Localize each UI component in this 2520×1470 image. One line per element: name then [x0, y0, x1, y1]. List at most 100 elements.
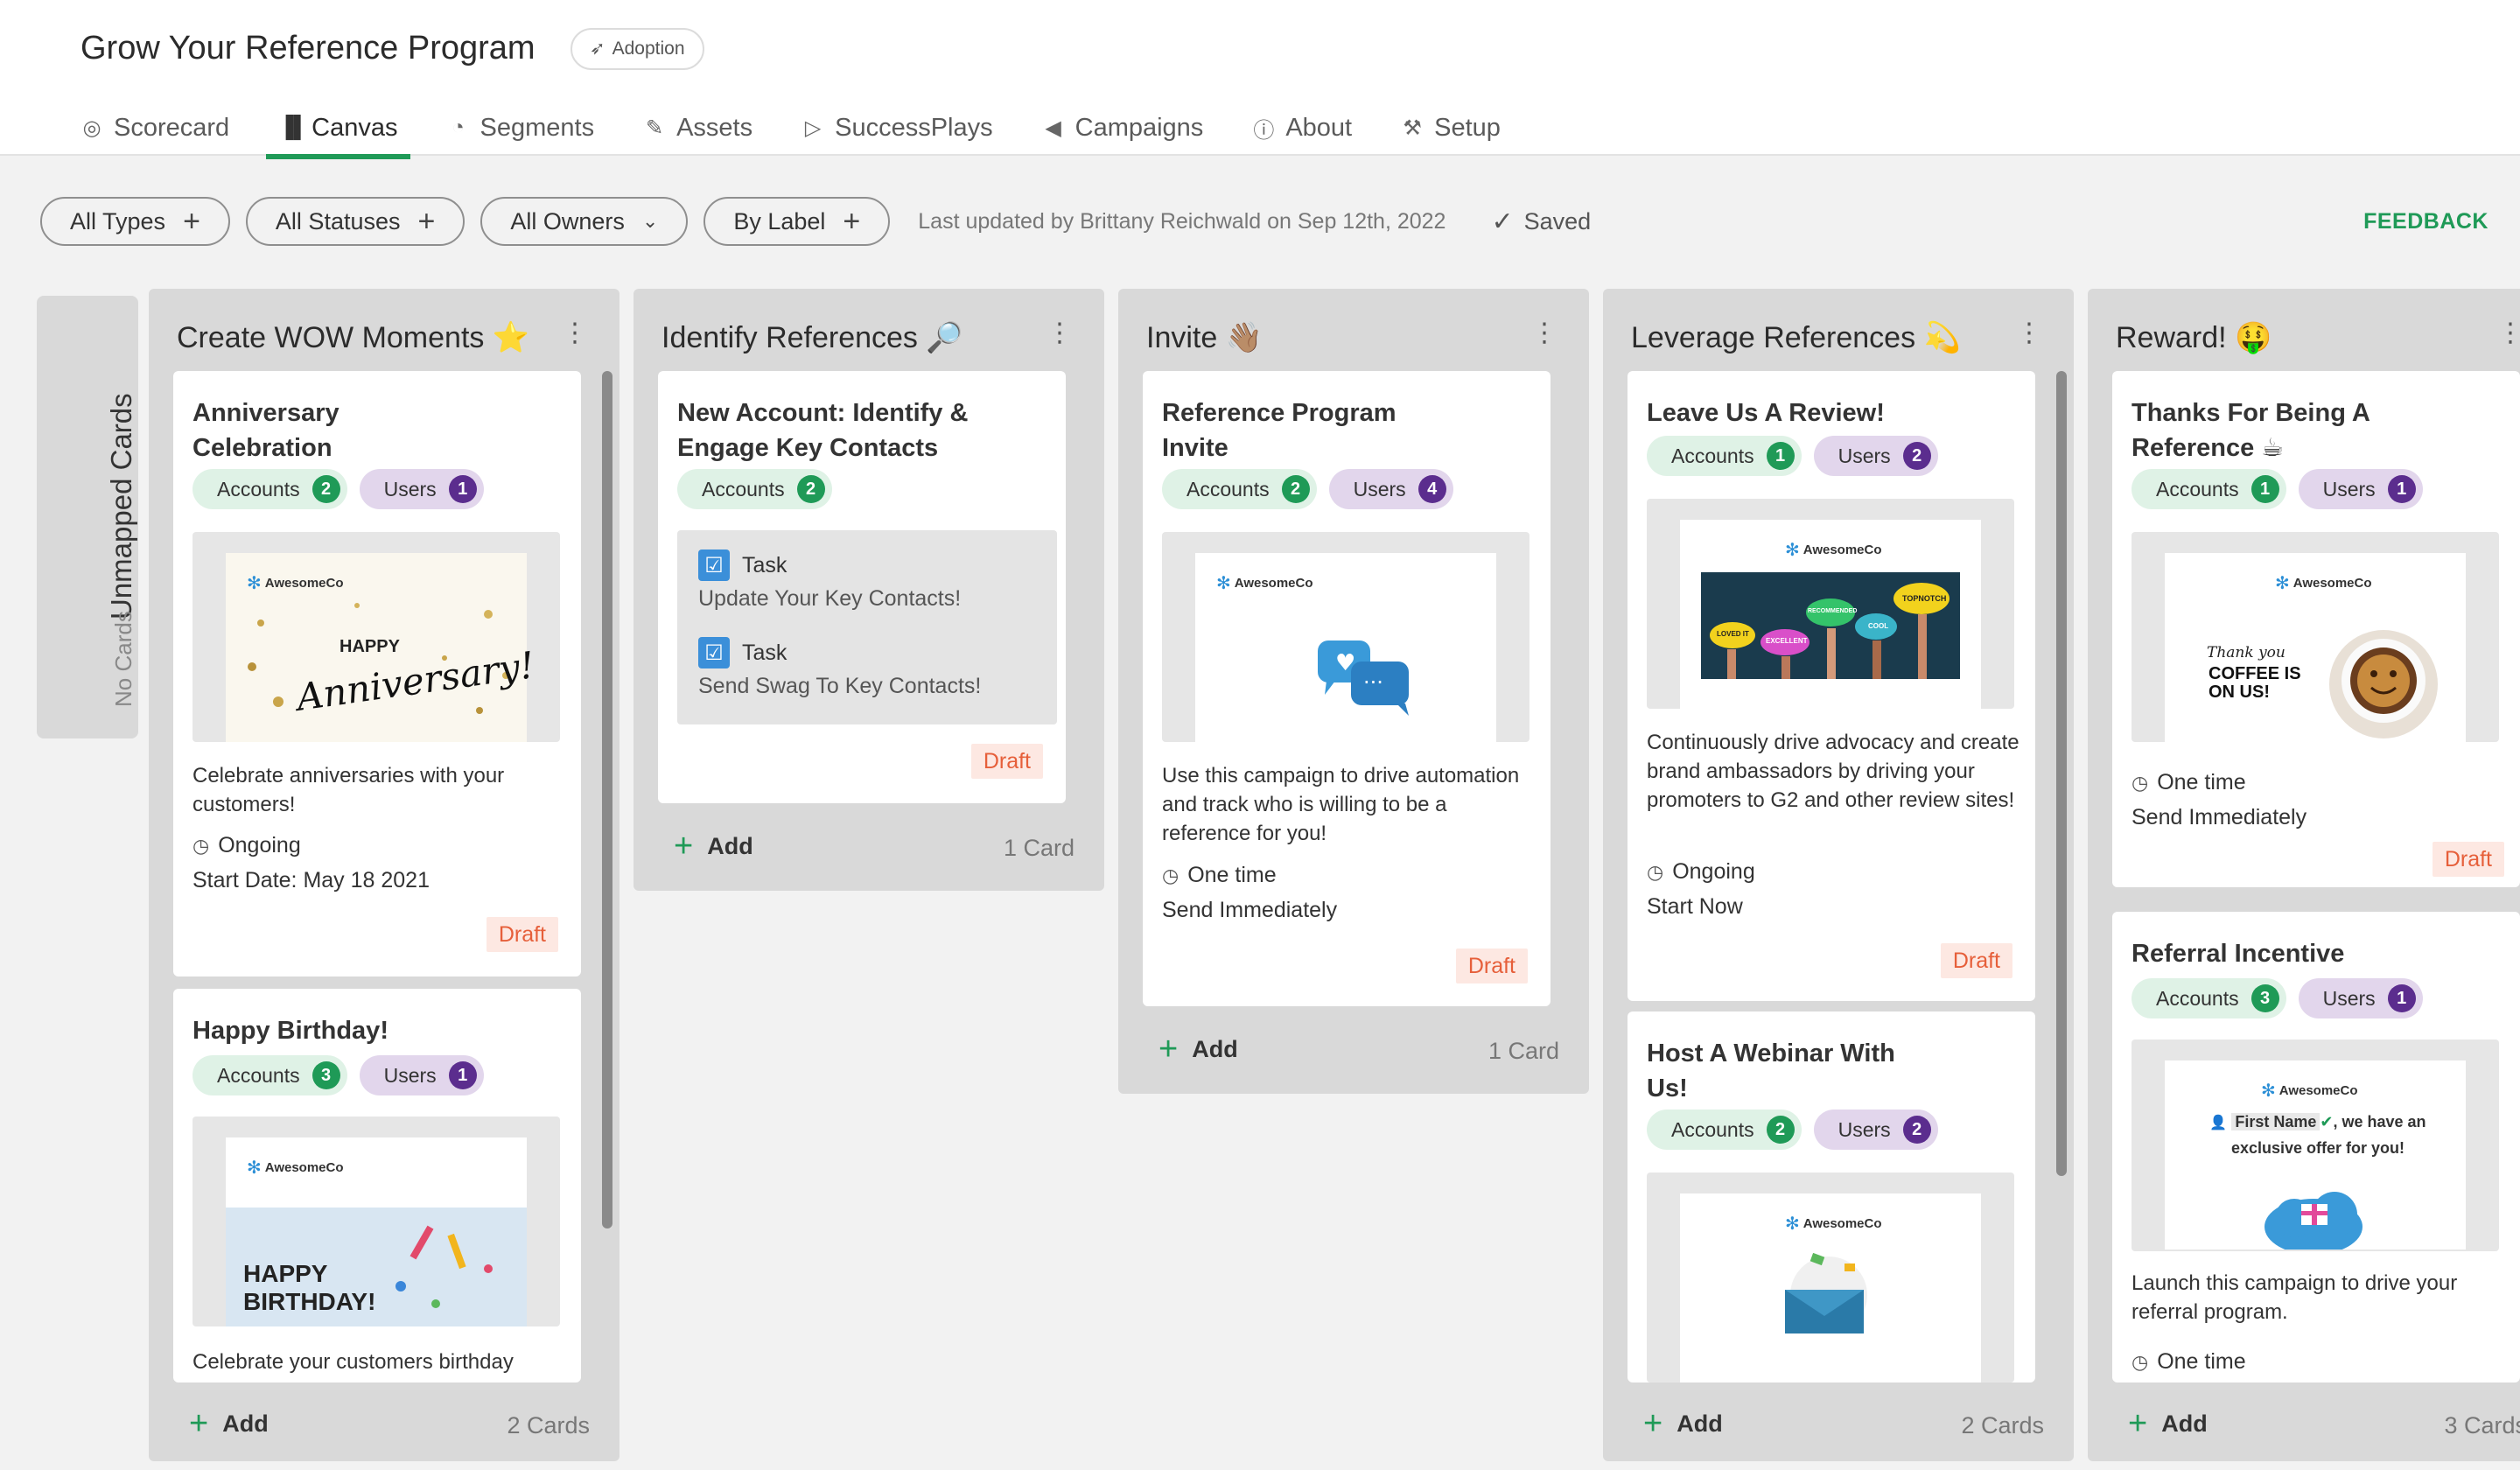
tab-setup[interactable]: ⚒ Setup — [1401, 102, 1501, 154]
add-card-button[interactable]: + Add — [1643, 1407, 1723, 1440]
card-leave-review[interactable]: Leave Us A Review! Accounts 1 Users 2 ✻ Awe… — [1628, 371, 2035, 1001]
unmapped-cards-panel[interactable]: Unmapped Cards No Cards — [37, 296, 138, 738]
checkbox-icon[interactable]: ☑ — [698, 550, 730, 581]
status-badge: Draft — [2432, 842, 2504, 877]
filter-label: All Statuses — [275, 207, 401, 234]
plus-icon: + — [1643, 1405, 1663, 1442]
tab-about[interactable]: ⓘ About — [1252, 102, 1352, 154]
users-chip[interactable]: Users 2 — [1813, 436, 1938, 476]
card-chips: Accounts 1 Users 2 — [1647, 436, 1938, 476]
card-referral-incentive[interactable]: Referral Incentive Accounts 3 Users 1 ✻ Awe… — [2112, 912, 2520, 1382]
filter-all-owners[interactable]: All Owners ⌄ — [480, 197, 689, 246]
card-thumbnail: ✻ AwesomeCo ♥ ··· — [1162, 532, 1530, 742]
accounts-chip[interactable]: Accounts 3 — [192, 1055, 347, 1096]
column-header: Identify References 🔎 ⋮ — [634, 289, 1104, 371]
more-options-icon[interactable]: ⋮ — [2497, 320, 2520, 346]
status-badge: Draft — [1455, 948, 1528, 984]
users-chip[interactable]: Users 4 — [1328, 469, 1453, 509]
card-thumbnail: ✻ AwesomeCo HAPPY Anniversary! — [192, 532, 560, 742]
users-chip[interactable]: Users 2 — [1813, 1110, 1938, 1150]
tab-successplays[interactable]: ▷ SuccessPlays — [802, 102, 993, 154]
column-header: Invite 👋🏽 ⋮ — [1118, 289, 1589, 371]
clock-icon: ◷ — [2132, 771, 2149, 794]
more-options-icon[interactable]: ⋮ — [1531, 320, 1558, 346]
accounts-chip[interactable]: Accounts 2 — [1162, 469, 1317, 509]
task-text: Update Your Key Contacts! — [698, 586, 962, 611]
add-card-button[interactable]: + Add — [674, 830, 753, 863]
adoption-badge[interactable]: ➶ Adoption — [570, 28, 704, 70]
accounts-chip[interactable]: Accounts 2 — [192, 469, 347, 509]
feedback-link[interactable]: FEEDBACK — [2363, 209, 2488, 234]
task-list: ☑ Task Update Your Key Contacts! ☑ Task Se… — [677, 530, 1057, 724]
tab-assets[interactable]: ✎ Assets — [643, 102, 752, 154]
more-options-icon[interactable]: ⋮ — [562, 320, 588, 346]
users-chip[interactable]: Users 1 — [359, 469, 484, 509]
birthday-banner: HAPPY BIRTHDAY! — [226, 1208, 527, 1326]
column-invite: Invite 👋🏽 ⋮ Reference Program Invite Acc… — [1118, 289, 1589, 1094]
chip-count: 3 — [2250, 984, 2279, 1012]
chip-label: Accounts — [217, 477, 300, 500]
chip-count: 2 — [1902, 442, 1931, 470]
card-thumbnail: ✻ AwesomeCo HAPPY BIRTHDAY! — [192, 1116, 560, 1326]
filter-by-label[interactable]: By Label + — [704, 197, 891, 246]
users-chip[interactable]: Users 1 — [2298, 469, 2423, 509]
card-reference-program-invite[interactable]: Reference Program Invite Accounts 2 Users… — [1143, 371, 1550, 1006]
filter-all-types[interactable]: All Types + — [40, 197, 230, 246]
chip-label: Users — [383, 477, 437, 500]
users-chip[interactable]: Users 1 — [359, 1055, 484, 1096]
task-item[interactable]: ☑ Task Send Swag To Key Contacts! — [698, 637, 981, 699]
column-scrollbar[interactable] — [2056, 371, 2067, 1176]
card-schedule: ◷ One time — [2132, 1349, 2246, 1375]
bubble-text: TOPNOTCH — [1902, 594, 1947, 603]
task-label: Task — [742, 552, 788, 578]
tab-label: Scorecard — [114, 113, 230, 142]
email-preview: ✻ AwesomeCo 👤 First Name ✔, we have an exc… — [2165, 1060, 2466, 1250]
add-label: Add — [2161, 1410, 2208, 1437]
bubble-text: RECOMMENDED — [1808, 608, 1858, 614]
more-options-icon[interactable]: ⋮ — [1046, 320, 1073, 346]
add-label: Add — [1192, 1035, 1238, 1062]
accounts-chip[interactable]: Accounts 3 — [2132, 978, 2286, 1018]
card-description: Celebrate your customers birthday — [192, 1350, 514, 1374]
card-anniversary[interactable]: Anniversary Celebration Accounts 2 Users 1… — [173, 371, 581, 976]
card-host-webinar[interactable]: Host A Webinar With Us! Accounts 2 Users 2… — [1628, 1012, 2035, 1382]
tab-canvas[interactable]: ▐▌ Canvas — [266, 102, 410, 159]
review-banner: LOVED IT EXCELLENT RECOMMENDED COOL TOPN… — [1701, 572, 1960, 679]
card-chips: Accounts 2 Users 4 — [1162, 469, 1453, 509]
card-happy-birthday[interactable]: Happy Birthday! Accounts 3 Users 1 ✻ Awesom… — [173, 989, 581, 1382]
envelope-graphic — [1785, 1252, 1867, 1334]
card-new-account[interactable]: New Account: Identify & Engage Key Conta… — [658, 371, 1066, 803]
clock-icon: ◷ — [192, 834, 210, 857]
card-title: Anniversary Celebration — [192, 399, 340, 462]
task-item[interactable]: ☑ Task Update Your Key Contacts! — [698, 550, 961, 612]
tab-segments[interactable]: ◔ Segments — [447, 102, 594, 154]
card-thanks-reference[interactable]: Thanks For Being A Reference ☕ Accounts 1… — [2112, 371, 2520, 887]
tab-campaigns[interactable]: ◀ Campaigns — [1042, 102, 1203, 154]
accounts-chip[interactable]: Accounts 2 — [1647, 1110, 1802, 1150]
accounts-chip[interactable]: Accounts 1 — [2132, 469, 2286, 509]
status-badge: Draft — [970, 744, 1043, 779]
chip-count: 1 — [2387, 475, 2416, 503]
users-chip[interactable]: Users 1 — [2298, 978, 2423, 1018]
tab-label: SuccessPlays — [835, 113, 993, 142]
column-scrollbar[interactable] — [602, 371, 612, 1228]
accounts-chip[interactable]: Accounts 1 — [1647, 436, 1802, 476]
saved-status: ✓ Saved — [1491, 206, 1591, 237]
more-options-icon[interactable]: ⋮ — [2016, 320, 2042, 346]
filter-all-statuses[interactable]: All Statuses + — [245, 197, 466, 246]
column-title: Invite 👋🏽 — [1146, 321, 1264, 354]
add-card-button[interactable]: + Add — [1158, 1032, 1238, 1066]
add-card-button[interactable]: + Add — [189, 1407, 269, 1440]
chip-label: Accounts — [217, 1063, 300, 1087]
chip-label: Users — [1838, 444, 1891, 467]
accounts-chip[interactable]: Accounts 2 — [677, 469, 832, 509]
add-card-button[interactable]: + Add — [2128, 1407, 2208, 1440]
paperclip-icon: ✎ — [646, 116, 664, 140]
tab-scorecard[interactable]: ◎ Scorecard — [80, 102, 230, 154]
card-schedule: ◷ Ongoing — [192, 833, 301, 858]
checkbox-icon[interactable]: ☑ — [698, 637, 730, 668]
card-title: Reference Program Invite — [1162, 399, 1396, 462]
card-description: Launch this campaign to drive your refer… — [2132, 1271, 2458, 1324]
card-chips: Accounts 2 Users 2 — [1647, 1110, 1938, 1150]
brand-name: AwesomeCo — [264, 1160, 344, 1175]
